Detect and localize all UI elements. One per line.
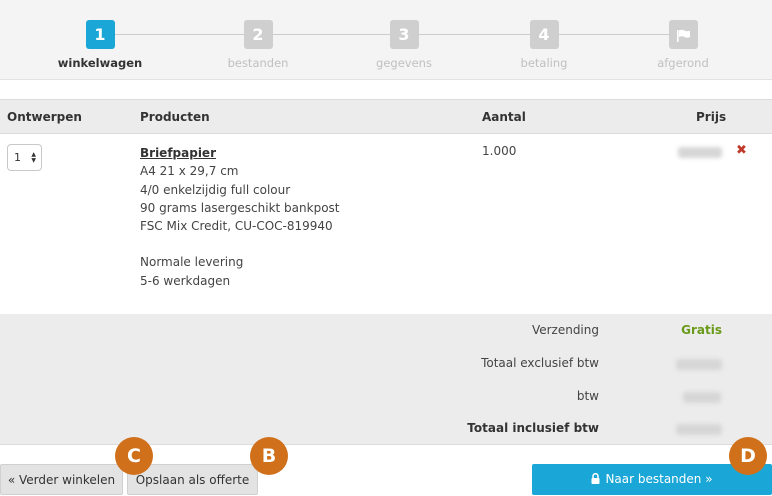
lock-icon — [591, 473, 600, 484]
product-details: Briefpapier A4 21 x 29,7 cm 4/0 enkelzij… — [140, 144, 340, 290]
shipping-value: Gratis — [681, 323, 722, 337]
step-label: bestanden — [227, 56, 289, 70]
step-number: 2 — [243, 20, 273, 49]
cart-table: Ontwerpen Producten Aantal Prijs 1 ▲ ▼ Br… — [0, 99, 772, 314]
vat-label: btw — [576, 389, 599, 403]
step-label: afgerond — [657, 56, 709, 70]
next-step-label: Naar bestanden » — [605, 472, 713, 486]
spec-fsc: FSC Mix Credit, CU-COC-819940 — [140, 219, 333, 234]
step-number: 3 — [389, 20, 419, 49]
table-header: Ontwerpen Producten Aantal Prijs — [0, 99, 772, 134]
shipping-line: Verzending Gratis — [0, 323, 772, 341]
vat-value-blurred — [683, 392, 721, 403]
select-arrows-icon: ▲ ▼ — [31, 151, 36, 164]
header-price: Prijs — [696, 110, 727, 124]
total-value-blurred — [676, 424, 722, 435]
total-line: Totaal inclusief btw — [0, 421, 772, 439]
designs-value: 1 — [14, 151, 21, 164]
step-details: 3 gegevens — [344, 20, 464, 70]
subtotal-label: Totaal exclusief btw — [481, 356, 599, 370]
designs-select[interactable]: 1 ▲ ▼ — [7, 144, 42, 171]
continue-shopping-button[interactable]: « Verder winkelen — [0, 464, 123, 495]
delivery-time: 5-6 werkdagen — [140, 273, 231, 288]
step-label: betaling — [520, 56, 568, 70]
marker-b: B — [250, 437, 288, 475]
marker-c: C — [115, 437, 153, 475]
spec-print: 4/0 enkelzijdig full colour — [140, 182, 291, 197]
vat-line: btw — [0, 389, 772, 407]
header-quantity: Aantal — [482, 110, 526, 124]
subtotal-value-blurred — [676, 359, 722, 370]
step-cart: 1 winkelwagen — [40, 20, 160, 70]
shipping-label: Verzending — [531, 323, 599, 337]
total-label: Totaal inclusief btw — [467, 421, 599, 435]
table-row: 1 ▲ ▼ Briefpapier A4 21 x 29,7 cm 4/0 enk… — [0, 134, 772, 314]
header-designs: Ontwerpen — [7, 110, 82, 124]
step-number: 4 — [529, 20, 559, 49]
checkout-stepper: 1 winkelwagen 2 bestanden 3 gegevens 4 b… — [0, 0, 772, 80]
step-label: gegevens — [376, 56, 432, 70]
step-badge — [668, 20, 698, 49]
step-files: 2 bestanden — [198, 20, 318, 70]
quantity-value: 1.000 — [482, 144, 517, 158]
marker-d: D — [729, 437, 767, 475]
step-label: winkelwagen — [57, 56, 143, 70]
close-icon[interactable]: ✖ — [736, 143, 747, 158]
product-name-link[interactable]: Briefpapier — [140, 144, 340, 162]
step-payment: 4 betaling — [484, 20, 604, 70]
order-totals: Verzending Gratis Totaal exclusief btw b… — [0, 314, 772, 445]
header-products: Producten — [140, 110, 210, 124]
step-done: afgerond — [623, 20, 743, 70]
step-number: 1 — [85, 20, 115, 49]
subtotal-line: Totaal exclusief btw — [0, 356, 772, 374]
price-value-blurred — [678, 147, 722, 158]
flag-icon — [676, 29, 690, 42]
spec-paper: 90 grams lasergeschikt bankpost — [140, 200, 340, 215]
delivery-type: Normale levering — [140, 255, 244, 270]
spec-size: A4 21 x 29,7 cm — [140, 164, 239, 179]
